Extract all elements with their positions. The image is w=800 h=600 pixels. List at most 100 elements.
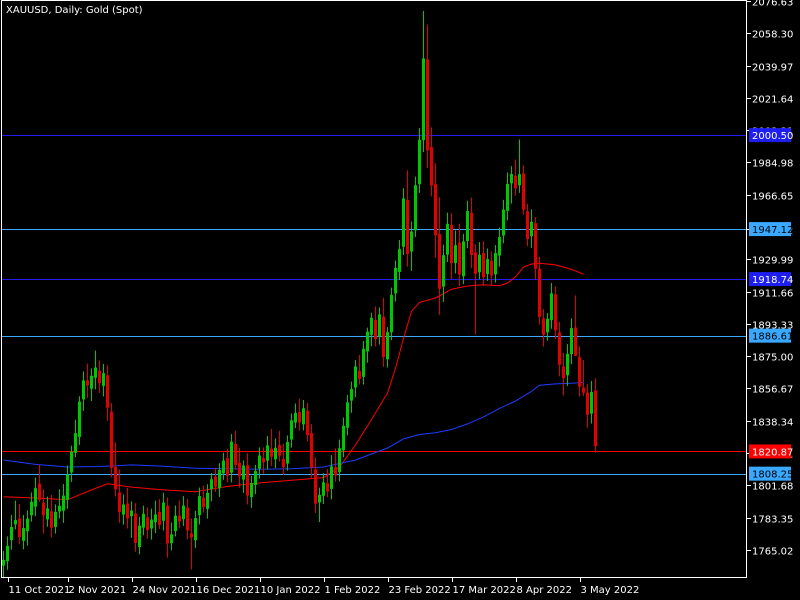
candle-body [18,518,21,538]
candle-body [486,259,489,275]
candle-body [570,328,573,354]
y-tick-label: 1801.68 [752,482,793,493]
candle-body [270,448,273,457]
candle-body [106,375,109,408]
x-tick-label: 8 Apr 2022 [517,585,572,596]
candle [414,176,417,237]
candle-body [190,533,193,538]
candle-body [310,433,313,468]
candle-body [442,255,445,287]
candle-body [22,527,25,541]
candle-body [378,314,381,337]
candle-body [214,476,217,487]
candle-body [26,518,29,532]
candle-body [594,390,597,447]
candle-body [170,534,173,544]
candle-body [6,545,9,562]
candle-body [122,504,125,515]
candle-body [434,184,437,236]
candle-body [146,517,149,530]
x-tick-label: 1 Feb 2022 [325,585,381,596]
candle-body [370,317,373,335]
x-tick-label: 23 Feb 2022 [389,585,451,596]
candle-body [238,462,241,477]
candle-body [306,410,309,436]
candle-body [334,467,337,476]
candle-body [318,494,321,503]
candle-body [566,353,569,376]
candle-body [386,332,389,360]
candle-body [342,425,345,451]
candle [390,287,393,341]
candle-body [194,518,197,541]
candle-body [158,511,161,525]
candle-body [254,471,257,486]
candle-body [410,231,413,252]
y-tick-label: 1929.99 [752,256,793,267]
candle-body [218,470,221,489]
candle-body [426,59,429,151]
candle-body [418,139,421,185]
candle-body [250,483,253,498]
candle-body [314,469,317,504]
candle-body [530,221,533,237]
candle-body [62,495,65,511]
candle-body [362,348,365,377]
candle-body [74,433,77,453]
y-tick-label: 2039.97 [752,63,793,74]
price-chart[interactable]: 2076.632058.302039.972021.642003.311984.… [0,0,800,600]
candle-body [110,411,113,468]
candle-body [226,458,229,476]
candle-body [262,458,265,463]
candle-body [162,502,165,521]
candle-body [494,253,497,275]
candle-body [478,254,481,273]
level-tag-label: 1820.87 [752,447,793,458]
candle-body [350,389,353,401]
candle-body [338,448,341,473]
candle-body [154,514,157,523]
candle-body [438,234,441,289]
x-tick-label: 17 Mar 2022 [453,585,516,596]
level-tag-label: 1947.12 [752,225,793,236]
candle-body [10,526,13,541]
candle-body [390,294,393,333]
candle-body [322,482,325,496]
candle-body [366,331,369,352]
x-tick-label: 24 Nov 2021 [133,585,197,596]
candle-body [462,241,465,277]
candle-body [38,483,41,500]
candle-body [358,370,361,379]
y-tick-label: 1984.98 [752,159,793,170]
candle-body [458,242,461,275]
candle-body [174,515,177,532]
candle-body [286,442,289,464]
candle-body [578,357,581,387]
candle-body [82,380,85,400]
candle-body [586,392,589,415]
candle-body [70,451,73,473]
candle-body [142,513,145,528]
candle-body [290,420,293,440]
candle-body [186,507,189,531]
candle-body [134,513,137,543]
candle-body [430,147,433,186]
candle-body [166,505,169,544]
candle-body [258,455,261,469]
candle-body [86,380,89,386]
y-tick-label: 1911.66 [752,289,793,300]
level-tag-label: 1918.74 [752,275,793,286]
y-tick-label: 1765.02 [752,547,793,558]
x-tick-label: 3 May 2022 [581,585,640,596]
candle-body [98,370,101,384]
candle [110,403,113,478]
candle-body [114,466,117,490]
candle-body [202,497,205,508]
y-tick-label: 2021.64 [752,95,793,106]
candle-body [126,503,129,519]
candle-body [550,293,553,321]
candle-body [94,367,97,378]
candle-body [138,525,141,548]
candle-body [518,174,521,186]
level-tag-label: 1886.61 [752,332,793,343]
